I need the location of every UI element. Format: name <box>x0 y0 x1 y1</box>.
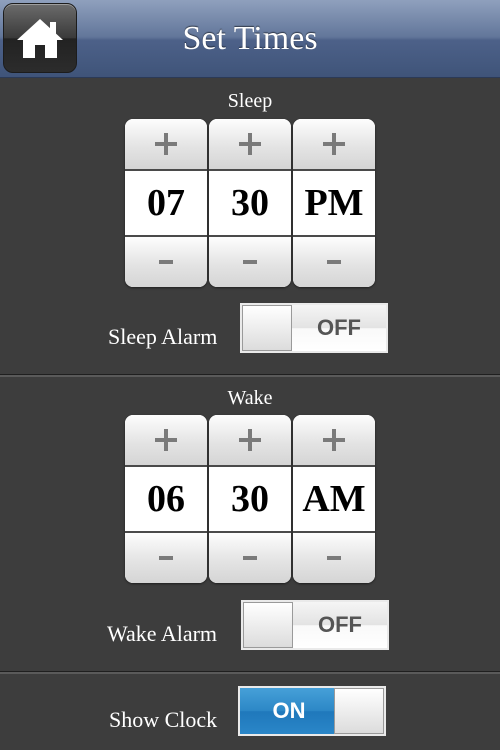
sleep-ampm-value: PM <box>293 171 375 235</box>
minus-icon <box>327 260 341 264</box>
toggle-knob <box>243 602 293 648</box>
sleep-hour-minus-button[interactable] <box>125 235 207 287</box>
wake-ampm-plus-button[interactable] <box>293 415 375 467</box>
wake-minute-picker: 30 <box>209 415 291 583</box>
plus-icon <box>239 133 261 155</box>
wake-ampm-value: AM <box>293 467 375 531</box>
sleep-alarm-label: Sleep Alarm <box>108 324 218 349</box>
show-clock-label: Show Clock <box>109 707 218 732</box>
sleep-minute-plus-button[interactable] <box>209 119 291 171</box>
minus-icon <box>243 260 257 264</box>
sleep-hour-picker: 07 <box>125 119 207 287</box>
wake-minute-minus-button[interactable] <box>209 531 291 583</box>
wake-section-label: Wake <box>227 387 273 409</box>
toggle-knob <box>242 305 292 351</box>
wake-hour-picker: 06 <box>125 415 207 583</box>
plus-icon <box>155 429 177 451</box>
wake-hour-value: 06 <box>125 467 207 531</box>
show-clock-state: ON <box>240 688 338 734</box>
section-divider <box>0 671 500 674</box>
wake-alarm-label: Wake Alarm <box>107 621 218 646</box>
toggle-knob <box>334 688 384 734</box>
minus-icon <box>327 556 341 560</box>
wake-ampm-picker: AM <box>293 415 375 583</box>
page-title: Set Times <box>182 20 318 57</box>
sleep-ampm-plus-button[interactable] <box>293 119 375 171</box>
sleep-hour-plus-button[interactable] <box>125 119 207 171</box>
sleep-ampm-minus-button[interactable] <box>293 235 375 287</box>
plus-icon <box>323 133 345 155</box>
sleep-alarm-toggle[interactable]: OFF <box>240 303 388 353</box>
wake-minute-value: 30 <box>209 467 291 531</box>
wake-alarm-state: OFF <box>293 602 387 648</box>
sleep-ampm-picker: PM <box>293 119 375 287</box>
plus-icon <box>239 429 261 451</box>
minus-icon <box>159 556 173 560</box>
sleep-minute-picker: 30 <box>209 119 291 287</box>
show-clock-toggle[interactable]: ON <box>238 686 386 736</box>
wake-minute-plus-button[interactable] <box>209 415 291 467</box>
wake-hour-minus-button[interactable] <box>125 531 207 583</box>
sleep-alarm-state: OFF <box>292 305 386 351</box>
home-icon <box>17 19 63 58</box>
sleep-section-label: Sleep <box>227 90 273 112</box>
sleep-minute-minus-button[interactable] <box>209 235 291 287</box>
wake-hour-plus-button[interactable] <box>125 415 207 467</box>
home-button[interactable] <box>3 3 77 73</box>
plus-icon <box>155 133 177 155</box>
header-bar: Set Times <box>0 0 500 78</box>
wake-ampm-minus-button[interactable] <box>293 531 375 583</box>
sleep-hour-value: 07 <box>125 171 207 235</box>
plus-icon <box>323 429 345 451</box>
minus-icon <box>159 260 173 264</box>
sleep-minute-value: 30 <box>209 171 291 235</box>
minus-icon <box>243 556 257 560</box>
section-divider <box>0 374 500 377</box>
wake-alarm-toggle[interactable]: OFF <box>241 600 389 650</box>
